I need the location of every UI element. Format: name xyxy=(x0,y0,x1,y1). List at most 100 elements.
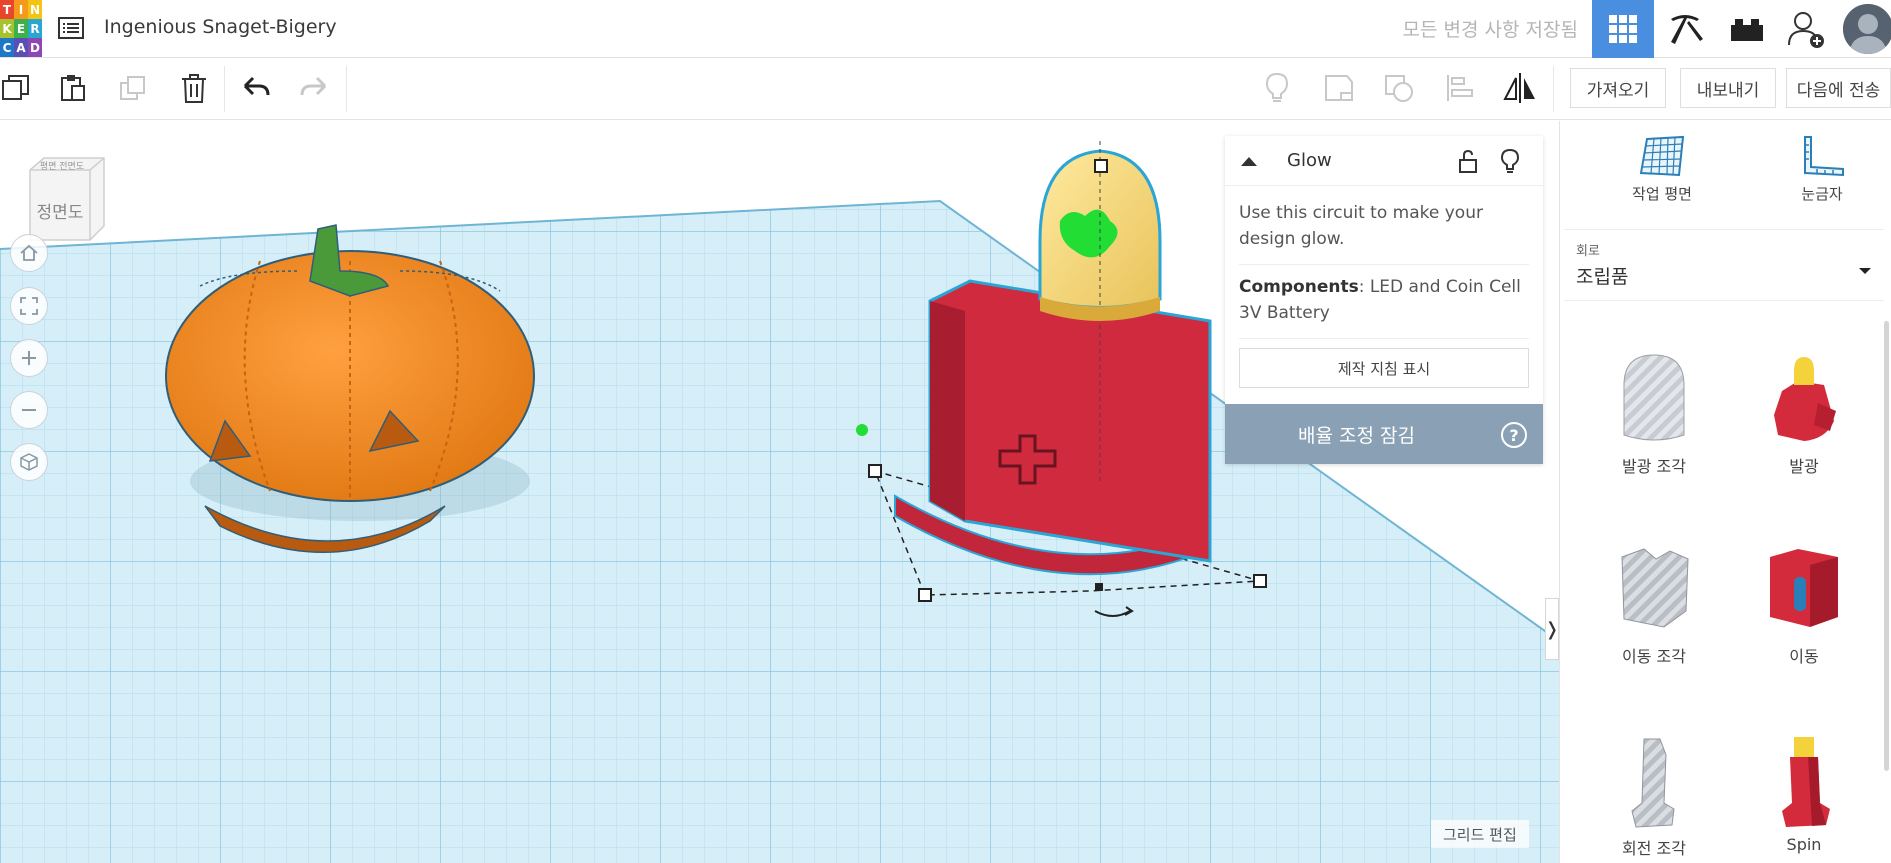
brick-icon xyxy=(1731,19,1763,41)
lock-button[interactable] xyxy=(1455,148,1481,174)
view-cube-top-label: 평면 전면도 xyxy=(39,162,85,172)
visibility-button[interactable] xyxy=(1497,147,1523,175)
inspector-collapse-button[interactable] xyxy=(1237,150,1261,172)
design-list-button[interactable] xyxy=(56,14,86,42)
shape-label: 발광 조각 xyxy=(1622,457,1686,476)
inspector-title: Glow xyxy=(1287,150,1332,171)
spin-icon xyxy=(1782,737,1830,827)
shape-glow[interactable]: 발광 xyxy=(1734,351,1874,501)
user-avatar-icon xyxy=(1843,4,1891,54)
avatar[interactable] xyxy=(1843,4,1891,54)
perspective-button[interactable] xyxy=(10,443,48,481)
align-button[interactable] xyxy=(1440,68,1480,108)
zoom-in-button[interactable] xyxy=(10,339,48,377)
logo-letter: E xyxy=(14,19,28,38)
invite-user-button[interactable] xyxy=(1781,4,1831,54)
home-view-button[interactable] xyxy=(10,234,48,272)
document-title[interactable]: Ingenious Snaget-Bigery xyxy=(104,16,337,38)
trash-icon xyxy=(182,74,206,103)
shape-label: 발광 xyxy=(1789,457,1819,476)
duplicate-icon xyxy=(120,76,145,100)
shape-move-piece[interactable]: 이동 조각 xyxy=(1584,541,1724,691)
tinkercad-logo[interactable]: T I N K E R C A D xyxy=(0,0,42,57)
undo-icon xyxy=(243,76,270,96)
ruler-tool[interactable]: 눈금자 xyxy=(1762,135,1882,215)
top-bar: T I N K E R C A D Ingenious Snaget-Biger… xyxy=(0,0,1891,58)
help-icon[interactable]: ? xyxy=(1501,422,1527,448)
zoom-out-icon xyxy=(22,409,36,411)
note-icon xyxy=(1325,75,1353,101)
zoom-out-button[interactable] xyxy=(10,391,48,429)
divider xyxy=(1239,264,1529,265)
shape-label: 회전 조각 xyxy=(1622,839,1686,858)
workplane-label: 작업 평면 xyxy=(1632,185,1692,203)
shape-label: 이동 조각 xyxy=(1622,647,1686,666)
components-label: Components xyxy=(1239,277,1359,297)
shape-move[interactable]: 이동 xyxy=(1734,541,1874,691)
logo-letter: N xyxy=(28,0,42,19)
save-status: 모든 변경 사항 저장됨 xyxy=(1402,19,1578,41)
move-icon xyxy=(1770,549,1838,627)
category-label: 회로 xyxy=(1576,244,1600,259)
shape-spin[interactable]: Spin xyxy=(1734,733,1874,863)
duplicate-button[interactable] xyxy=(113,68,153,108)
note-button[interactable] xyxy=(1319,68,1359,108)
divider xyxy=(1239,338,1529,339)
shape-glow-piece[interactable]: 발광 조각 xyxy=(1584,351,1724,501)
height-handle xyxy=(1094,159,1108,173)
inspector-header: Glow xyxy=(1225,136,1543,186)
minecraft-view-button[interactable] xyxy=(1654,0,1716,58)
show-lights-button[interactable] xyxy=(1257,68,1297,108)
paste-button[interactable] xyxy=(53,68,93,108)
export-button[interactable]: 내보내기 xyxy=(1680,68,1776,108)
3d-view-button[interactable] xyxy=(1592,0,1654,58)
zoom-in-icon xyxy=(22,351,36,365)
panel-scrollbar[interactable] xyxy=(1884,321,1889,771)
inspector-description: Use this circuit to make your design glo… xyxy=(1239,203,1483,249)
add-user-icon xyxy=(1788,12,1824,48)
undo-button[interactable] xyxy=(236,68,276,108)
mirror-button[interactable] xyxy=(1500,68,1540,108)
toolbar-divider xyxy=(224,66,225,112)
perspective-icon xyxy=(20,453,38,471)
logo-letter: C xyxy=(0,38,14,57)
shape-category-select[interactable]: 회로 조립품 xyxy=(1564,229,1884,301)
redo-button[interactable] xyxy=(294,68,334,108)
logo-letter: K xyxy=(0,19,14,38)
scale-lock-button[interactable]: 배율 조정 잠김 ? xyxy=(1225,404,1543,464)
resize-handle xyxy=(1253,574,1267,588)
fit-view-button[interactable] xyxy=(10,287,48,325)
send-to-button[interactable]: 다음에 전송 xyxy=(1786,68,1891,108)
light-bulb-icon xyxy=(1500,148,1520,173)
category-value: 조립품 xyxy=(1576,266,1629,288)
brick-view-button[interactable] xyxy=(1716,0,1778,58)
view-cube-front-label: 정면도 xyxy=(36,203,84,223)
paste-icon xyxy=(61,75,85,101)
view-cube[interactable]: 평면 전면도 정면도 xyxy=(26,156,108,242)
logo-letter: A xyxy=(14,38,28,57)
import-button[interactable]: 가져오기 xyxy=(1570,68,1666,108)
panel-collapse-tab[interactable]: ❭ xyxy=(1544,598,1559,660)
resize-handle xyxy=(868,464,882,478)
logo-letter: D xyxy=(28,38,42,57)
copy-icon xyxy=(2,75,29,100)
shape-rotate-piece[interactable]: 회전 조각 xyxy=(1584,733,1724,863)
group-button[interactable] xyxy=(1379,68,1419,108)
copy-button[interactable] xyxy=(0,68,36,108)
edit-grid-button[interactable]: 그리드 편집 xyxy=(1431,820,1529,848)
delete-button[interactable] xyxy=(174,68,214,108)
light-bulb-icon xyxy=(1265,72,1289,102)
group-icon xyxy=(1385,75,1413,102)
fit-icon xyxy=(20,297,38,315)
show-build-guide-button[interactable]: 제작 지침 표시 xyxy=(1239,348,1529,388)
toolbar-divider xyxy=(346,66,347,112)
triangle-up-icon xyxy=(1241,157,1257,166)
list-icon xyxy=(58,17,84,39)
mirror-icon xyxy=(1503,73,1535,103)
workplane-icon xyxy=(1639,135,1685,177)
ruler-icon xyxy=(1804,136,1844,177)
chevron-right-icon: ❭ xyxy=(1544,618,1559,640)
dropdown-arrow-icon xyxy=(1858,264,1872,278)
edit-toolbar: 가져오기 내보내기 다음에 전송 xyxy=(0,58,1891,120)
workplane-tool[interactable]: 작업 평면 xyxy=(1602,135,1722,215)
